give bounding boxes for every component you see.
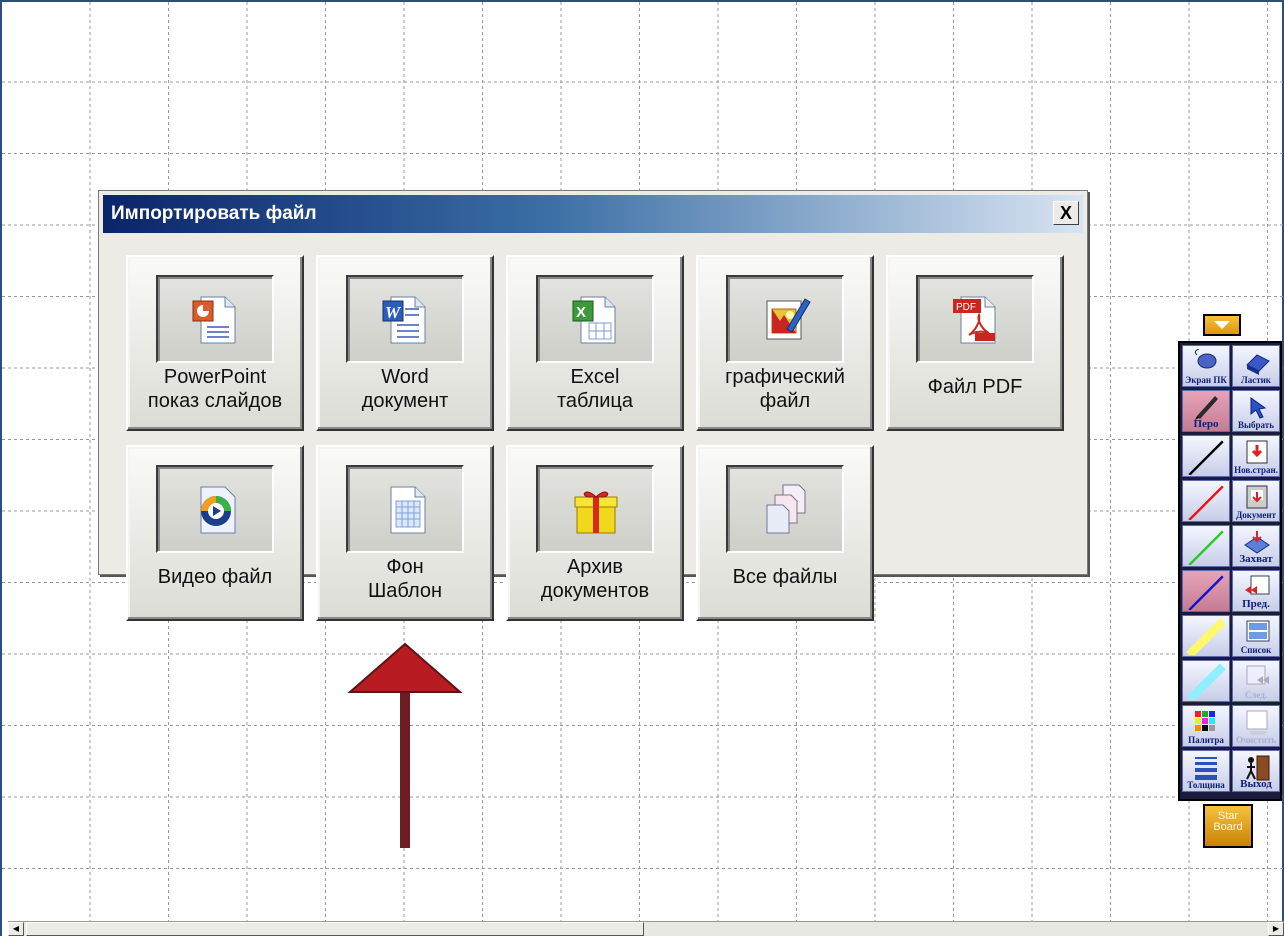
toolbar-prev-page-button[interactable]: Пред. — [1232, 570, 1280, 612]
toolbar-button-label: Очистить — [1235, 735, 1277, 745]
button-label: Excel таблица — [556, 366, 634, 412]
toolbar-new-page-button[interactable]: Нов.стран. — [1232, 435, 1280, 477]
toolbar-button-label: Выход — [1240, 778, 1272, 790]
toolbar-capture-button[interactable]: Захват — [1232, 525, 1280, 567]
button-label: Архив документов — [540, 556, 650, 602]
excel-icon: X — [572, 296, 616, 344]
icon-well — [726, 465, 844, 553]
pdf-button[interactable]: PDF Файл PDF — [886, 255, 1064, 431]
toolbar-exit-button[interactable]: Выход — [1232, 750, 1280, 792]
toolbar-clear-button[interactable]: Очистить — [1232, 705, 1280, 747]
toolbar-green-line-button[interactable] — [1182, 525, 1230, 567]
horizontal-scrollbar[interactable]: ◀ ▶ — [8, 921, 1284, 936]
button-label: Word документ — [361, 366, 449, 412]
toolbar-button-label: Документ — [1236, 510, 1276, 520]
scroll-left-button[interactable]: ◀ — [8, 922, 24, 936]
green-line-icon — [1188, 530, 1224, 565]
video-file-button[interactable]: Видео файл — [126, 445, 304, 621]
toolbar-red-line-button[interactable] — [1182, 480, 1230, 522]
all-files-button[interactable]: Все файлы — [696, 445, 874, 621]
template-icon — [390, 486, 426, 534]
dialog-titlebar[interactable]: Импортировать файл X — [103, 195, 1083, 233]
toolbar-blue-line-button[interactable] — [1182, 570, 1230, 612]
cyan-marker-icon — [1186, 664, 1226, 700]
blue-line-icon — [1188, 575, 1224, 610]
pointer-arrow-icon — [347, 642, 463, 848]
button-label: PowerPoint показ слайдов — [147, 366, 283, 412]
starboard-logo-button[interactable]: Star Board — [1203, 804, 1253, 848]
svg-text:W: W — [385, 303, 402, 322]
close-button[interactable]: X — [1053, 201, 1079, 225]
image-file-button[interactable]: графический файл — [696, 255, 874, 431]
word-icon: W — [382, 296, 426, 344]
document-archive-button[interactable]: Архив документов — [506, 445, 684, 621]
all-files-icon — [766, 484, 806, 534]
gift-archive-icon — [574, 491, 618, 534]
video-icon — [200, 486, 236, 534]
dialog-title: Импортировать файл — [111, 203, 317, 224]
toolbar-next-page-button[interactable]: След. — [1232, 660, 1280, 702]
toolbar-yellow-marker-button[interactable] — [1182, 615, 1230, 657]
toolbar-button-label: Экран ПК — [1185, 375, 1227, 385]
icon-well: PDF — [916, 275, 1034, 363]
icon-well: X — [536, 275, 654, 363]
starboard-toolbar: Экран ПК Перо Палитра Толщина Ластик Выбрать Н… — [1178, 341, 1282, 801]
toolbar-collapse-button[interactable] — [1203, 314, 1241, 336]
chevron-down-icon — [1214, 321, 1230, 329]
svg-text:PDF: PDF — [956, 302, 976, 313]
icon-well — [346, 465, 464, 553]
word-button[interactable]: W Word документ — [316, 255, 494, 431]
toolbar-button-label: Толщина — [1187, 780, 1225, 790]
toolbar-button-label: Перо — [1193, 418, 1219, 430]
icon-well: W — [346, 275, 464, 363]
red-line-icon — [1188, 485, 1224, 520]
toolbar-button-label: Ластик — [1241, 375, 1271, 385]
button-label: Видео файл — [157, 566, 273, 588]
toolbar-select-arrow-button[interactable]: Выбрать — [1232, 390, 1280, 432]
powerpoint-button[interactable]: PowerPoint показ слайдов — [126, 255, 304, 431]
black-line-icon — [1188, 440, 1224, 475]
toolbar-button-label: Выбрать — [1238, 420, 1274, 430]
icon-well — [726, 275, 844, 363]
toolbar-button-label: Палитра — [1188, 735, 1224, 745]
toolbar-pen-button[interactable]: Перо — [1182, 390, 1230, 432]
toolbar-button-label: Захват — [1239, 553, 1273, 565]
toolbar-button-label: След. — [1244, 690, 1268, 700]
scroll-right-button[interactable]: ▶ — [1268, 922, 1284, 936]
icon-well — [156, 275, 274, 363]
toolbar-list-button[interactable]: Список — [1232, 615, 1280, 657]
toolbar-button-label: Нов.стран. — [1234, 465, 1278, 475]
toolbar-document-button[interactable]: Документ — [1232, 480, 1280, 522]
image-file-icon — [766, 298, 811, 340]
powerpoint-icon — [192, 296, 236, 344]
toolbar-button-label: Пред. — [1242, 598, 1270, 610]
button-label: Фон Шаблон — [367, 556, 443, 602]
excel-button[interactable]: X Excel таблица — [506, 255, 684, 431]
toolbar-eraser-button[interactable]: Ластик — [1232, 345, 1280, 387]
button-label: Все файлы — [732, 566, 838, 588]
import-file-dialog: Импортировать файл X PowerPoint показ сла… — [98, 190, 1088, 621]
toolbar-palette-button[interactable]: Палитра — [1182, 705, 1230, 747]
template-button[interactable]: Фон Шаблон — [316, 445, 494, 621]
pdf-icon: PDF — [953, 296, 996, 344]
button-label: Файл PDF — [927, 376, 1023, 398]
toolbar-cyan-marker-button[interactable] — [1182, 660, 1230, 702]
toolbar-mouse-button[interactable]: Экран ПК — [1182, 345, 1230, 387]
toolbar-button-label: Список — [1240, 645, 1272, 655]
icon-well — [536, 465, 654, 553]
yellow-marker-icon — [1186, 619, 1226, 655]
toolbar-thickness-button[interactable]: Толщина — [1182, 750, 1230, 792]
svg-text:X: X — [576, 304, 586, 321]
starboard-line2: Board — [1213, 821, 1243, 833]
scroll-thumb[interactable] — [26, 922, 644, 936]
button-label: графический файл — [725, 366, 845, 412]
icon-well — [156, 465, 274, 553]
toolbar-black-line-button[interactable] — [1182, 435, 1230, 477]
